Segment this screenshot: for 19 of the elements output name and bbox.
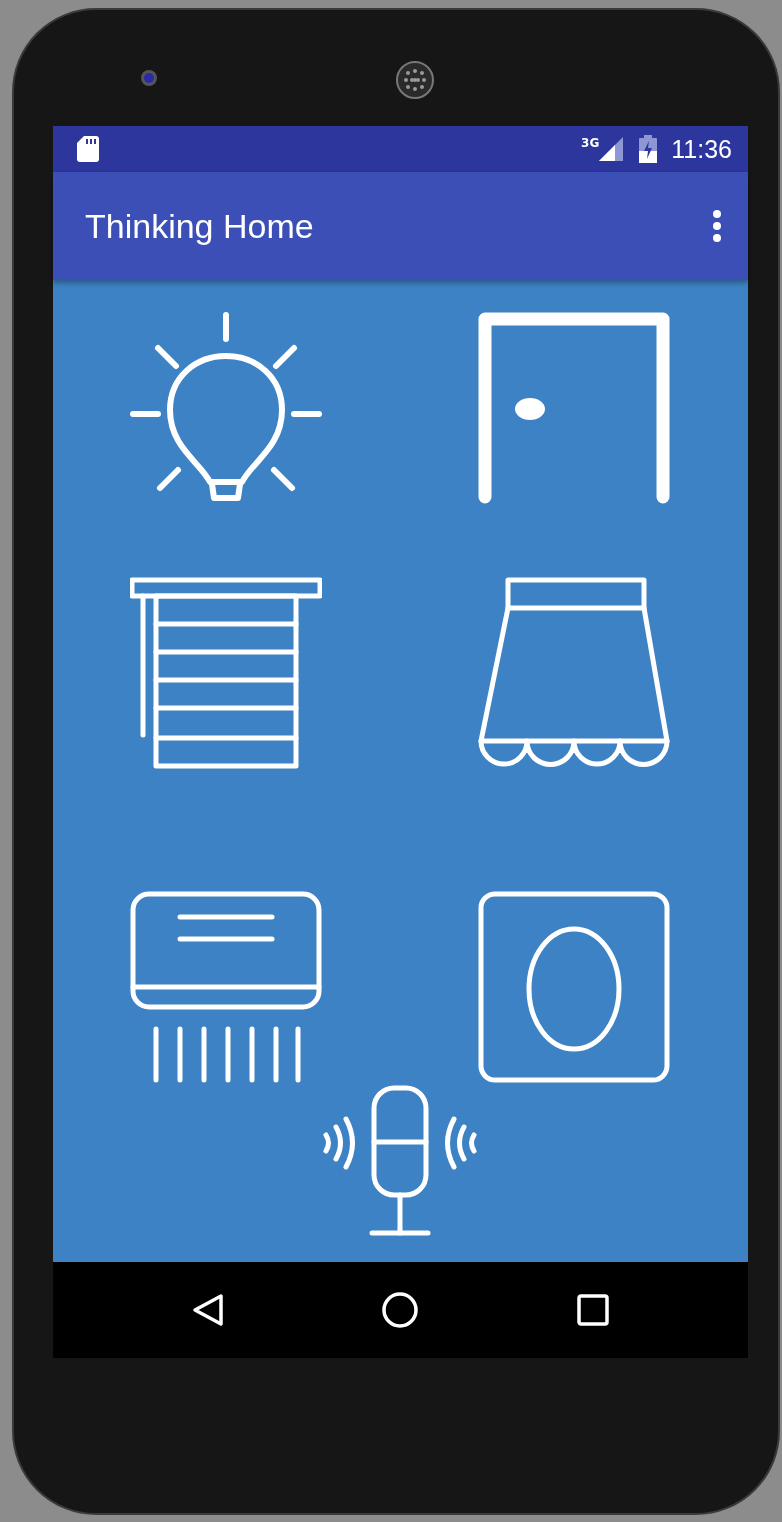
clock-time: 11:36 [671,134,732,164]
sd-card-icon [77,136,99,162]
door-icon[interactable] [478,312,670,504]
microphone-icon[interactable] [322,1085,478,1237]
app-title: Thinking Home [85,206,315,246]
speaker-grille-icon [396,61,434,99]
back-icon[interactable] [191,1293,224,1327]
battery-icon [639,135,658,163]
blinds-icon[interactable] [130,577,322,769]
wall-switch-icon[interactable] [478,891,670,1083]
network-type: 3G [581,136,600,150]
home-icon[interactable] [381,1291,420,1329]
recent-apps-icon[interactable] [577,1294,610,1326]
more-options-icon[interactable] [712,209,722,243]
signal-icon [599,137,624,161]
awning-icon[interactable] [478,577,670,769]
camera-icon [140,69,158,87]
light-bulb-icon[interactable] [130,312,322,504]
air-conditioner-icon[interactable] [130,891,322,1083]
